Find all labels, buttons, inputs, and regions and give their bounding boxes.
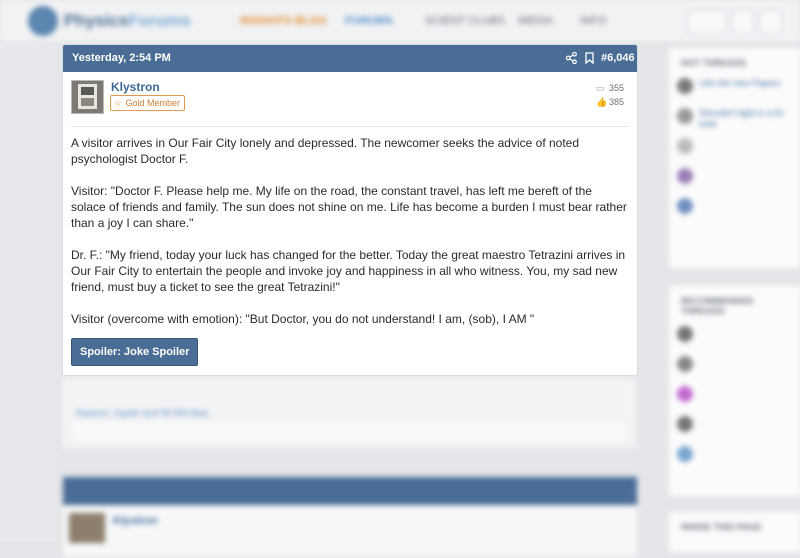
message-count: ▭ 355 <box>596 83 624 94</box>
avatar <box>677 78 693 94</box>
hot-threads-heading: HOT THREADS <box>681 58 746 68</box>
gold-member-badge: ☆ Gold Member <box>110 95 186 111</box>
recommended-block: RECOMMENDED THREADS <box>668 285 800 497</box>
nav-clubs[interactable]: SCIENT CLUBS <box>425 15 505 27</box>
avatar <box>677 386 693 402</box>
spoiler-button[interactable]: Spoiler: Joke Spoiler <box>71 338 199 366</box>
user-avatar[interactable] <box>71 80 104 114</box>
sidebar-thread-item[interactable] <box>669 442 800 472</box>
sidebar-thread-item[interactable] <box>669 412 800 442</box>
post-footer: Klystron, Jupiter and 99.999 likes <box>62 378 636 448</box>
post-number-link[interactable]: #6,046 <box>601 52 635 64</box>
star-icon: ☆ <box>114 98 123 108</box>
next-post: Klystron <box>62 476 638 558</box>
sidebar-thread-item[interactable] <box>669 134 800 164</box>
next-post-avatar[interactable] <box>69 513 105 543</box>
nav-next-button[interactable] <box>760 10 782 34</box>
avatar <box>677 356 693 372</box>
brand-part-a: Physics <box>64 11 129 30</box>
site-brand[interactable]: PhysicsForums <box>64 11 191 31</box>
avatar <box>677 138 693 154</box>
avatar <box>677 416 693 432</box>
sidebar-thread-item[interactable]: Like the new Papers <box>669 74 800 104</box>
reactions-bar <box>70 420 628 442</box>
reaction-score: 👍 385 <box>596 97 624 108</box>
reaction-score-value: 385 <box>609 97 625 107</box>
divider <box>71 126 629 127</box>
post-paragraph: Visitor: "Doctor F. Please help me. My l… <box>71 184 627 230</box>
post-paragraph: Dr. F.: "My friend, today your luck has … <box>71 248 626 294</box>
avatar <box>677 326 693 342</box>
avatar <box>677 168 693 184</box>
forum-post: Yesterday, 2:54 PM #6,046 Klystron ☆ Gol… <box>62 44 638 376</box>
sidebar: HOT THREADS Like the new Papers Shouldn'… <box>668 45 800 553</box>
username-link[interactable]: Klystron <box>111 80 160 94</box>
top-navigation: PhysicsForums INSIGHTS BLOG FORUMS SCIEN… <box>0 0 800 43</box>
search-button[interactable] <box>688 10 726 34</box>
hot-threads-block: HOT THREADS Like the new Papers Shouldn'… <box>668 47 800 269</box>
sidebar-thread-title[interactable]: Like the new Papers <box>699 78 795 89</box>
reactions-link[interactable]: Klystron, Jupiter and 99.999 likes <box>76 408 209 418</box>
nav-prev-button[interactable] <box>732 10 754 34</box>
messages-icon: ▭ <box>596 83 605 93</box>
sidebar-thread-title[interactable]: Shouldn't light in a fix hold <box>699 108 795 130</box>
avatar <box>677 446 693 462</box>
sidebar-thread-item[interactable]: Shouldn't light in a fix hold <box>669 104 800 134</box>
recommended-heading: RECOMMENDED THREADS <box>681 296 754 316</box>
nav-media[interactable]: MEDIA <box>518 15 553 27</box>
next-post-header <box>63 477 637 505</box>
left-gutter <box>0 43 56 541</box>
bookmark-icon[interactable] <box>585 52 594 64</box>
avatar <box>677 108 693 124</box>
bottom-block: INSIDE THIS PAGE <box>668 511 800 553</box>
sidebar-thread-item[interactable] <box>669 382 800 412</box>
sidebar-thread-item[interactable] <box>669 164 800 194</box>
nav-insights-blog[interactable]: INSIGHTS BLOG <box>240 15 327 27</box>
message-count-value: 355 <box>609 83 625 93</box>
post-date[interactable]: Yesterday, 2:54 PM <box>72 52 171 64</box>
thumbs-up-icon: 👍 <box>596 97 608 107</box>
next-post-username[interactable]: Klystron <box>113 515 158 527</box>
site-logo[interactable] <box>28 6 58 36</box>
post-header: Yesterday, 2:54 PM #6,046 <box>63 45 637 72</box>
sidebar-thread-item[interactable] <box>669 194 800 224</box>
sidebar-thread-item[interactable] <box>669 352 800 382</box>
badge-label: Gold Member <box>125 98 181 108</box>
bottom-heading: INSIDE THIS PAGE <box>681 522 762 532</box>
sidebar-thread-item[interactable] <box>669 322 800 352</box>
nav-info[interactable]: INFO <box>580 15 606 27</box>
share-icon[interactable] <box>566 52 577 64</box>
post-body: A visitor arrives in Our Fair City lonel… <box>71 135 627 343</box>
post-paragraph: Visitor (overcome with emotion): "But Do… <box>71 312 535 326</box>
brand-part-b: Forums <box>128 11 191 30</box>
avatar <box>677 198 693 214</box>
nav-forums[interactable]: FORUMS <box>345 15 393 27</box>
post-paragraph: A visitor arrives in Our Fair City lonel… <box>71 136 580 166</box>
